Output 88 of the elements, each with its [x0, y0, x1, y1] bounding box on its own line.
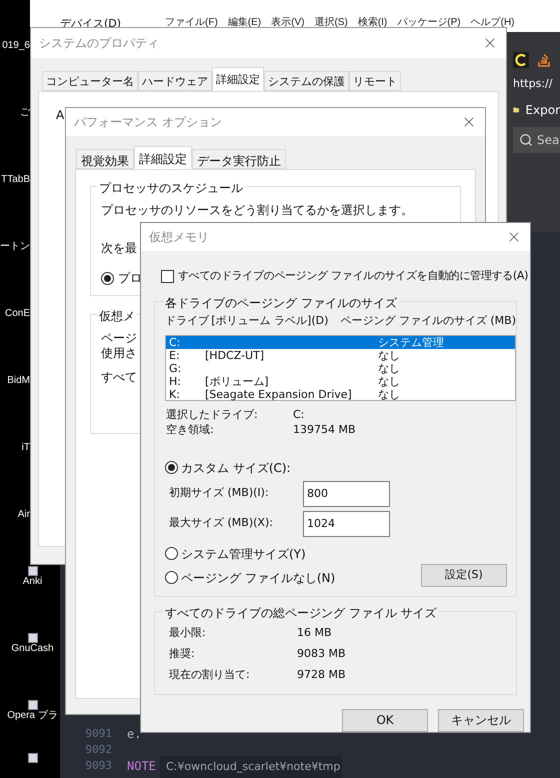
- info-label: 空き領域:: [166, 422, 215, 438]
- list-row[interactable]: G: なし: [166, 362, 515, 374]
- app-icon[interactable]: [28, 566, 38, 576]
- column-header: ドライブ: [165, 313, 210, 330]
- app-icon[interactable]: [28, 633, 38, 643]
- list-row[interactable]: K: [Seagate Expansion Drive] なし: [166, 388, 515, 400]
- radio-label: システム管理サイズ(Y): [181, 546, 306, 562]
- window-title: システムのプロパティ: [39, 35, 159, 52]
- total-value: 9728 MB: [297, 667, 346, 684]
- icon-label[interactable]: Opera ブラ: [7, 710, 58, 722]
- group-label: 仮想メ: [97, 307, 137, 325]
- cancel-button[interactable]: キャンセル: [438, 708, 524, 732]
- icon-label[interactable]: ートン: [0, 241, 30, 253]
- ok-button[interactable]: OK: [342, 708, 428, 732]
- line-number: 9092: [84, 742, 112, 758]
- description-text: ページ: [101, 331, 137, 346]
- line-number: 9093: [84, 758, 112, 774]
- stack-icon[interactable]: [537, 53, 551, 67]
- tab[interactable]: システムの保護: [264, 71, 349, 91]
- radio-label: カスタム サイズ(C):: [181, 460, 291, 476]
- tab[interactable]: ハードウェア: [138, 71, 212, 91]
- prompt-text: 次を最: [101, 240, 137, 257]
- menu-item[interactable]: ヘルプ(H): [470, 14, 514, 30]
- field-label: 最大サイズ (MB)(X):: [169, 515, 274, 532]
- field-label: 初期サイズ (MB)(I):: [169, 485, 270, 502]
- icon-label[interactable]: Anki: [22, 576, 42, 588]
- bookmark-link[interactable]: Expor: [525, 100, 560, 118]
- icon-label[interactable]: TTabB: [1, 174, 30, 186]
- total-label: 最小限:: [169, 625, 207, 642]
- size-input[interactable]: 1024: [303, 510, 390, 536]
- icon-label[interactable]: Air: [18, 509, 30, 521]
- app-icon[interactable]: [28, 753, 38, 763]
- radio-button[interactable]: [165, 571, 178, 584]
- icon-label[interactable]: ご: [20, 107, 30, 119]
- icon-label[interactable]: BidM: [7, 375, 30, 387]
- app-icon[interactable]: [28, 700, 38, 710]
- group-label: プロセッサのスケジュール: [97, 179, 245, 197]
- radio-button[interactable]: [165, 461, 178, 474]
- tab[interactable]: データ実行防止: [192, 149, 286, 169]
- file-path: C:¥owncloud_scarlet¥note¥tmp: [166, 758, 340, 775]
- icon-label[interactable]: ConE: [4, 308, 30, 320]
- set-button[interactable]: 設定(S): [421, 564, 507, 586]
- info-value: 139754 MB: [293, 422, 356, 438]
- total-label: 推奨:: [169, 646, 196, 662]
- total-value: 9083 MB: [297, 646, 346, 662]
- tab[interactable]: 視覚効果: [76, 149, 134, 169]
- code-text: e.: [127, 726, 142, 743]
- url-text[interactable]: https://: [513, 76, 552, 92]
- menu-item[interactable]: ファイル(F): [165, 14, 218, 30]
- menu-item[interactable]: パッケージ(P): [397, 14, 461, 30]
- tab[interactable]: コンピューター名: [42, 71, 138, 91]
- window-title: 仮想メモリ: [149, 229, 209, 246]
- checkbox[interactable]: [161, 270, 174, 283]
- checkbox-label: すべてのドライブのページング ファイルのサイズを自動的に管理する(A): [178, 268, 528, 284]
- fragment-text: A: [56, 108, 64, 122]
- menu-item[interactable]: 表示(V): [271, 14, 304, 30]
- radio-label: プロ: [118, 270, 142, 287]
- line-number: 9091: [84, 726, 112, 742]
- menu-item[interactable]: 選択(S): [314, 14, 348, 30]
- list-row[interactable]: H: [ボリューム] なし: [166, 374, 515, 388]
- search-icon: [519, 132, 533, 146]
- code-text: NOTE: [127, 758, 156, 775]
- total-label: 現在の割り当て:: [169, 667, 251, 684]
- description-text: 使用さ: [101, 346, 137, 361]
- description-text: すべて: [101, 370, 137, 385]
- column-header: ページング ファイルのサイズ (MB): [340, 313, 516, 330]
- list-row[interactable]: E: [HDCZ-UT] なし: [166, 348, 515, 362]
- list-row[interactable]: C: システム管理: [166, 336, 515, 348]
- description-text: プロセッサのリソースをどう割り当てるかを選択します。: [101, 202, 413, 219]
- info-value: C:: [293, 406, 304, 423]
- tab[interactable]: 詳細設定: [134, 146, 192, 169]
- c-logo-icon[interactable]: [513, 52, 529, 68]
- tab[interactable]: リモート: [349, 71, 401, 91]
- tab[interactable]: 詳細設定: [212, 67, 264, 91]
- info-label: 選択したドライブ:: [166, 406, 259, 423]
- size-input[interactable]: 800: [303, 480, 390, 506]
- radio-button[interactable]: [165, 547, 178, 560]
- icon-label[interactable]: GnuCash: [11, 643, 54, 655]
- icon-label[interactable]: iT: [22, 442, 30, 454]
- menu-item[interactable]: 検索(I): [358, 14, 388, 30]
- search-field[interactable]: Sea: [513, 126, 560, 152]
- radio-label: ページング ファイルなし(N): [181, 570, 336, 586]
- menu-item[interactable]: 編集(E): [228, 14, 262, 30]
- window-title: パフォーマンス オプション: [74, 114, 222, 131]
- icon-label[interactable]: 019_6: [2, 40, 30, 52]
- radio-button[interactable]: [101, 272, 114, 284]
- total-value: 16 MB: [297, 625, 332, 642]
- column-header: [ボリューム ラベル](D): [211, 313, 330, 330]
